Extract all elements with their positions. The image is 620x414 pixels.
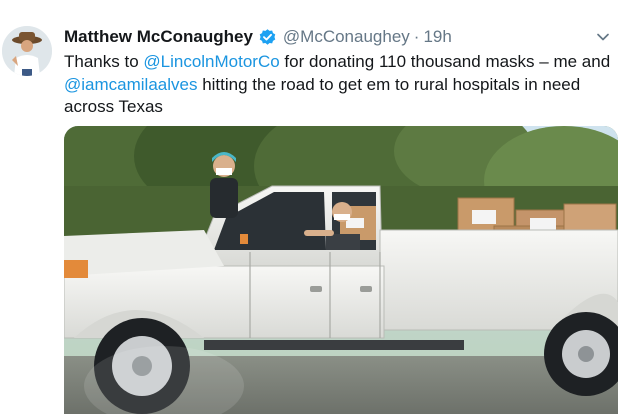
verified-badge-icon <box>259 28 276 45</box>
mention-link[interactable]: @LincolnMotorCo <box>143 52 279 71</box>
author-handle[interactable]: @McConaughey <box>283 27 410 47</box>
tweet-header: Matthew McConaughey @McConaughey · 19h <box>64 27 452 47</box>
chevron-down-icon[interactable] <box>596 30 610 44</box>
tweet-photo[interactable] <box>64 126 618 414</box>
person-standing <box>210 152 238 218</box>
tweet-text: Thanks to @LincolnMotorCo for donating 1… <box>64 51 620 119</box>
tweet: Matthew McConaughey @McConaughey · 19h T… <box>0 0 620 414</box>
separator-dot: · <box>413 27 420 46</box>
tweet-text-part: for donating 110 thousand masks – me and <box>279 52 611 71</box>
author-name[interactable]: Matthew McConaughey <box>64 27 253 47</box>
avatar[interactable] <box>2 26 52 76</box>
truck-photo <box>64 126 618 414</box>
timestamp[interactable]: 19h <box>423 27 451 47</box>
avatar-image <box>2 26 52 76</box>
mention-link[interactable]: @iamcamilaalves <box>64 75 197 94</box>
tweet-text-part: Thanks to <box>64 52 144 71</box>
